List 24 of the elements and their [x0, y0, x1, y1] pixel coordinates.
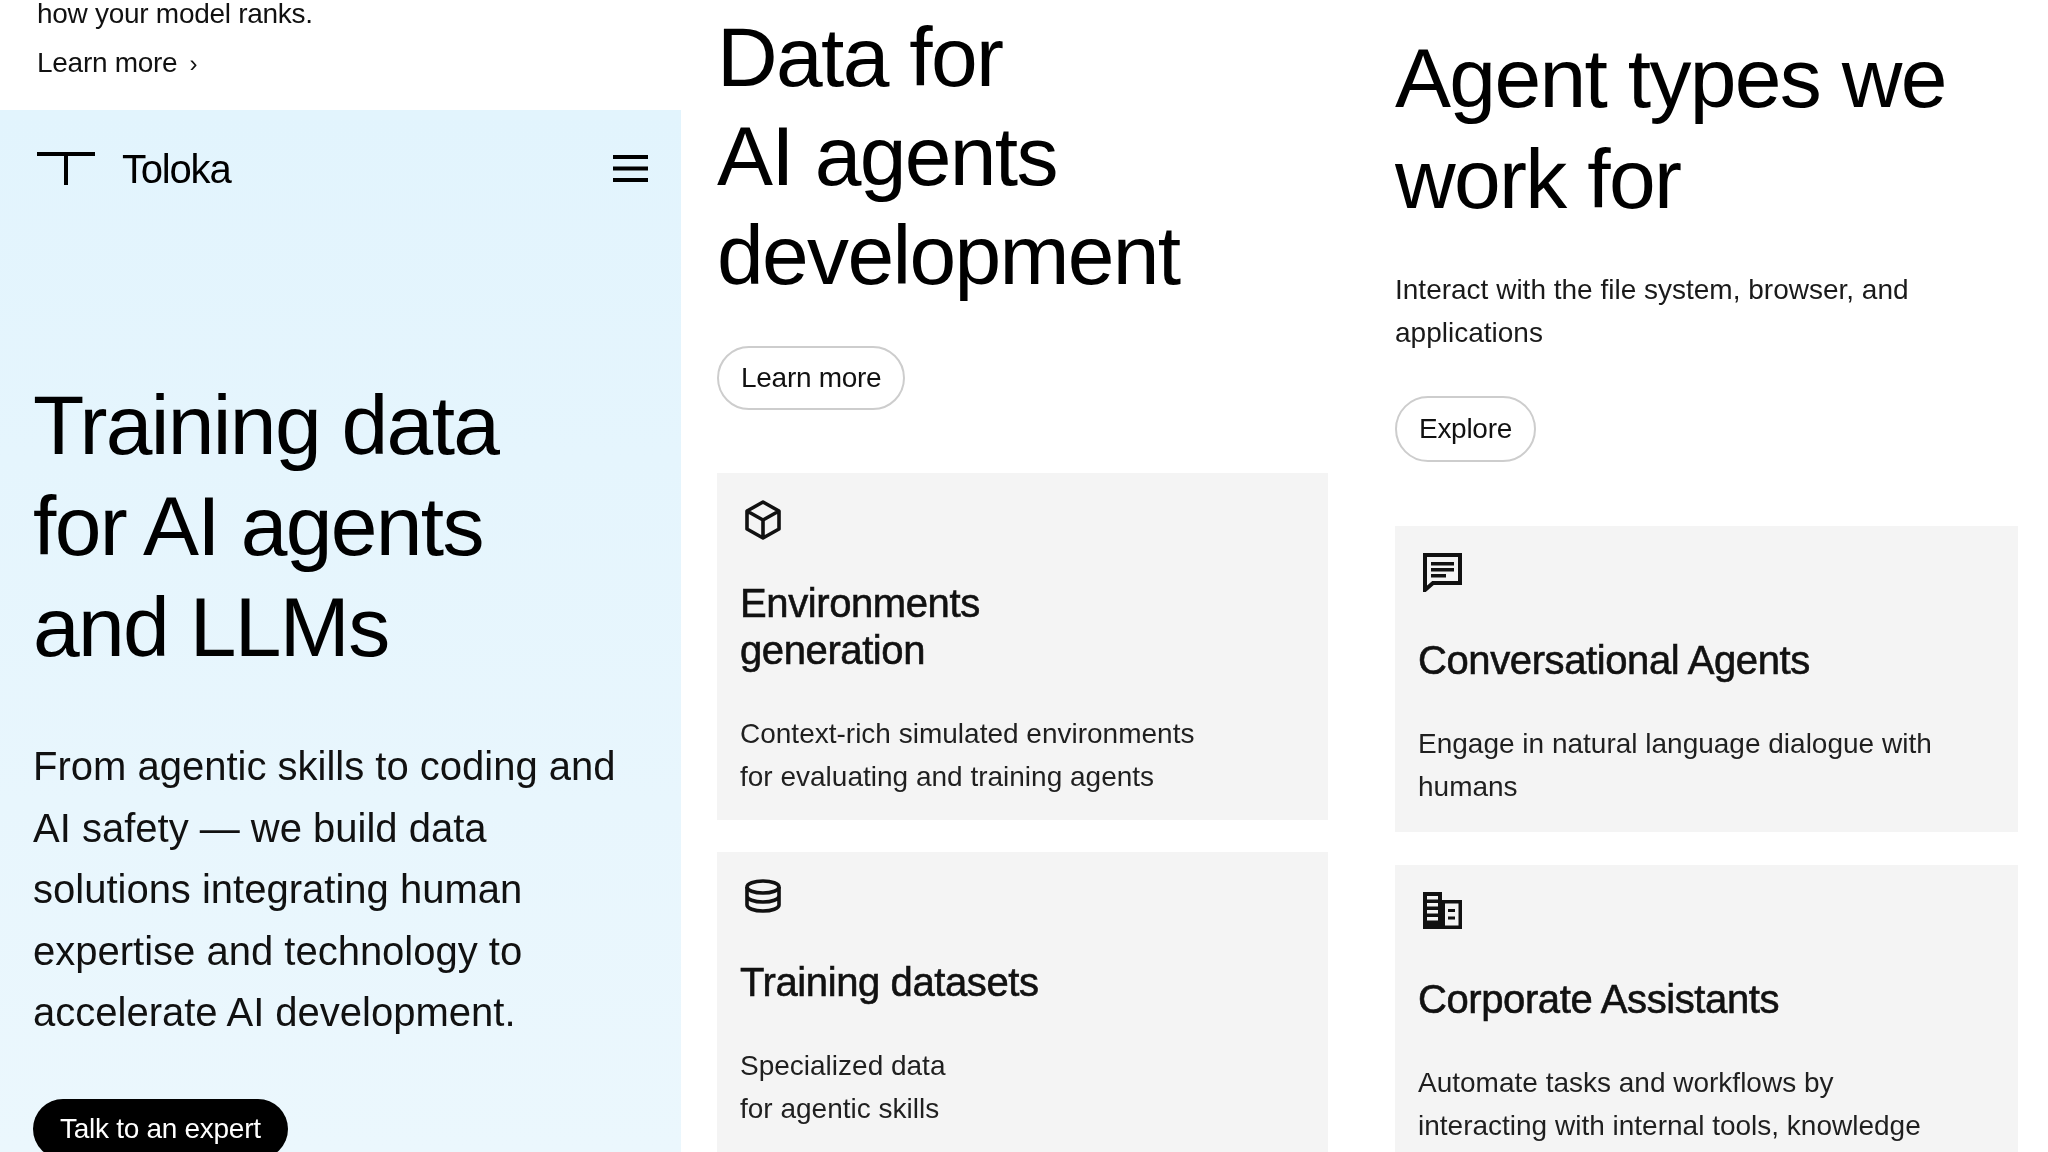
card-title: Environments generation — [740, 580, 980, 674]
card-description: Context-rich simulated environments for evaluating and training agents — [740, 717, 1195, 794]
card-description: Specialized data for agentic skills — [740, 1049, 946, 1126]
logo-icon — [37, 152, 95, 185]
card-description: Engage in natural language dialogue with humans — [1418, 727, 1932, 804]
card-description: Automate tasks and workflows by interacting with internal tools, knowledge — [1418, 1066, 1921, 1143]
section-description: Interact with the file system, browser, and applications — [1395, 273, 1909, 350]
card-title: Training datasets — [740, 959, 1039, 1006]
talk-to-expert-button[interactable]: Talk to an expert — [33, 1098, 288, 1152]
hero-description: From agentic skills to coding and AI safety — we build data solutions integrating human expertise and technology to accelerate AI development. — [33, 743, 616, 1036]
teaser-text: how your model ranks. — [37, 0, 313, 31]
chat-icon — [1423, 553, 1462, 592]
database-icon — [745, 879, 781, 913]
learn-more-button[interactable]: Learn more — [717, 346, 906, 410]
menu-icon[interactable] — [613, 155, 648, 182]
brand-name: Toloka — [122, 148, 231, 189]
learn-more-link[interactable]: Learn more › — [37, 43, 198, 84]
explore-button[interactable]: Explore — [1395, 396, 1536, 462]
section-heading: Data for AI agents development — [717, 9, 1180, 304]
cube-icon — [745, 500, 781, 540]
hero-heading: Training data for AI agents and LLMs — [33, 377, 499, 676]
card-title: Corporate Assistants — [1418, 976, 1780, 1023]
card-title: Conversational Agents — [1418, 637, 1810, 684]
building-icon — [1423, 892, 1462, 929]
